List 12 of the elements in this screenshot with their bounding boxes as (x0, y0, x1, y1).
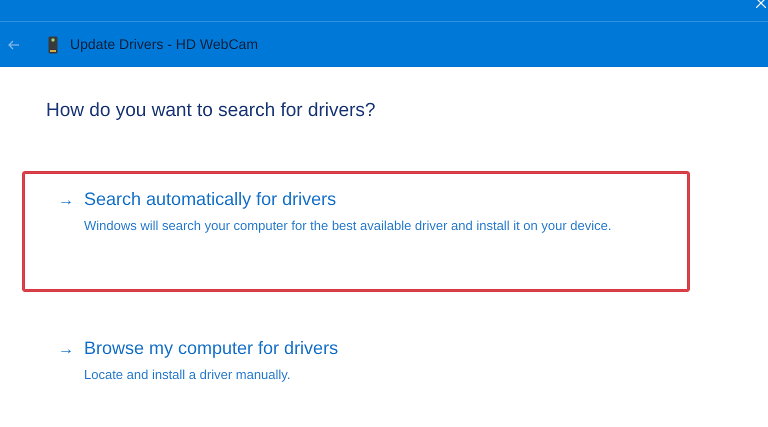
webcam-icon (48, 36, 58, 54)
option-title: Search automatically for drivers (84, 188, 336, 211)
arrow-glyph: → (58, 340, 74, 360)
option-description: Locate and install a driver manually. (84, 366, 292, 384)
option-description: Windows will search your computer for the best available driver and install it on your device. (84, 216, 612, 235)
driver-option[interactable]: → Search automatically for drivers Windows will search your computer for the best available driver and install it on your device. (22, 170, 690, 292)
close-icon[interactable] (756, 0, 766, 8)
arrow-glyph: → (58, 190, 74, 210)
driver-option[interactable]: → Browse my computer for drivers Locate and install a driver manually. (22, 320, 690, 400)
option-title: Browse my computer for drivers (84, 336, 338, 360)
window-title: Update Drivers - HD WebCam (70, 35, 258, 54)
heading: How do you want to search for drivers? (46, 99, 376, 123)
